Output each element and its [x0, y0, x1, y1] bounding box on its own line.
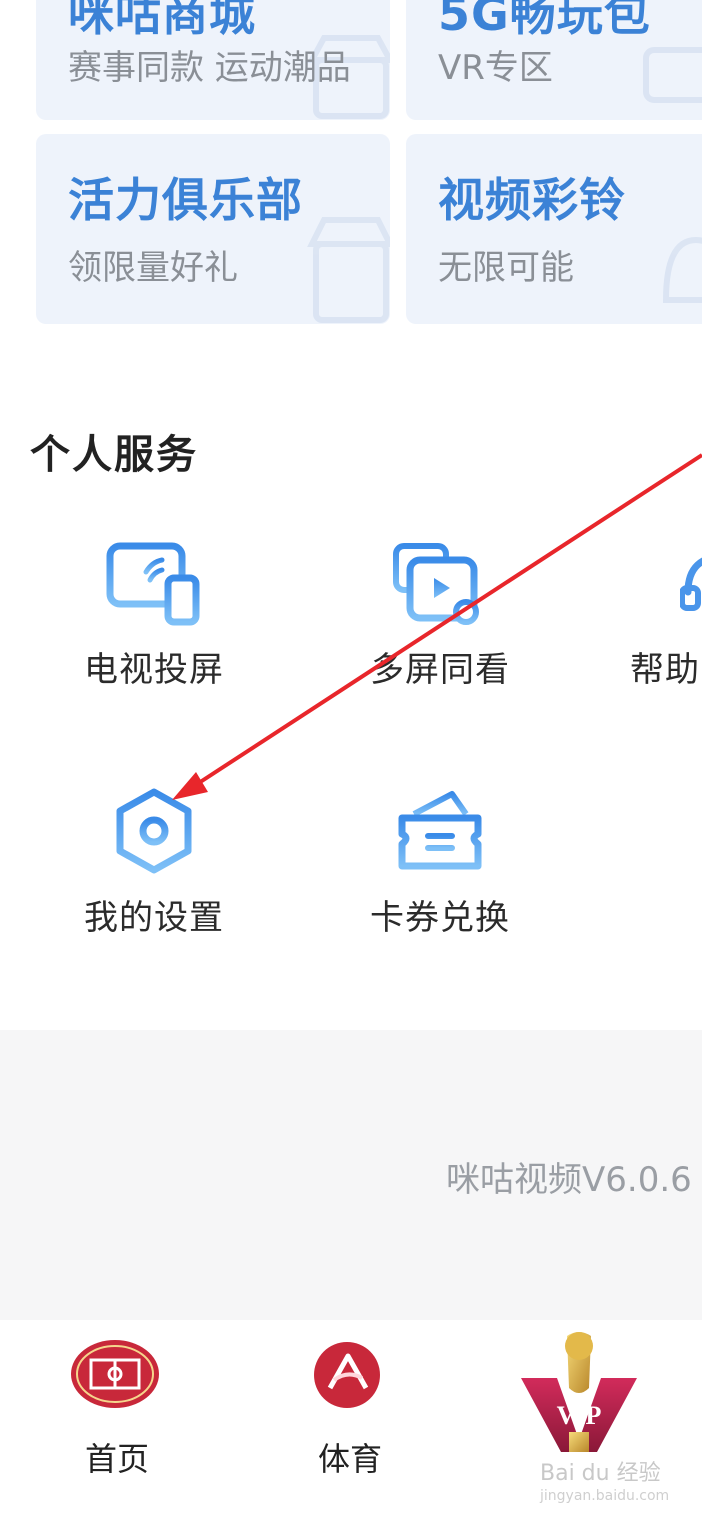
- promo-card-title: 活力俱乐部: [68, 173, 303, 227]
- bell-icon: [662, 236, 702, 303]
- service-tv-cast[interactable]: 电视投屏: [64, 542, 244, 691]
- nav-label: 体育: [318, 1440, 383, 1478]
- promo-card-club[interactable]: 活力俱乐部 领限量好礼: [36, 134, 390, 324]
- coupon-icon: [398, 791, 482, 870]
- service-help[interactable]: 帮助: [630, 542, 702, 691]
- service-multi-screen[interactable]: 多屏同看: [350, 542, 530, 691]
- promo-card-subtitle: 领限量好礼: [68, 248, 238, 288]
- service-coupon-exchange[interactable]: 卡券兑换: [350, 786, 530, 939]
- nav-label: VIP: [557, 1401, 602, 1430]
- service-label: 帮助: [630, 650, 700, 690]
- service-label: 多屏同看: [370, 650, 510, 690]
- promo-card-subtitle: VR专区: [438, 48, 553, 88]
- promo-card-title: 咪咕商城: [68, 0, 256, 41]
- nav-tab-sports[interactable]: 体育: [290, 1332, 410, 1482]
- watermark-logo: Bai du 经验: [540, 1461, 661, 1486]
- promo-card-title: 5G畅玩包: [438, 0, 651, 41]
- help-icon: [680, 557, 702, 611]
- settings-icon: [116, 788, 192, 874]
- promo-card-ringtone[interactable]: 视频彩铃 无限可能: [406, 134, 702, 324]
- service-my-settings[interactable]: 我的设置: [64, 786, 244, 939]
- vip-trophy-icon: VIP: [521, 1332, 637, 1452]
- promo-card-5g[interactable]: 5G畅玩包 VR专区: [406, 0, 702, 120]
- service-label: 电视投屏: [84, 650, 224, 690]
- sports-ball-icon: [314, 1342, 380, 1408]
- tv-cast-icon: [106, 542, 200, 626]
- watermark-url: jingyan.baidu.com: [540, 1488, 670, 1504]
- service-label: 卡券兑换: [370, 898, 510, 938]
- service-label: 我的设置: [84, 898, 224, 938]
- promo-card-title: 视频彩铃: [438, 173, 626, 227]
- store-icon: [307, 217, 390, 323]
- version-text: 咪咕视频V6.0.6: [446, 1160, 692, 1200]
- promo-card-subtitle: 赛事同款 运动潮品: [68, 48, 351, 88]
- section-title-personal-services: 个人服务: [30, 432, 198, 478]
- nav-tab-home[interactable]: 首页: [60, 1332, 170, 1482]
- football-field-icon: [71, 1340, 159, 1408]
- multi-screen-icon: [393, 543, 479, 625]
- promo-card-subtitle: 无限可能: [438, 248, 574, 288]
- nav-label: 首页: [85, 1440, 150, 1478]
- promo-card-mall[interactable]: 咪咕商城 赛事同款 运动潮品: [36, 0, 390, 120]
